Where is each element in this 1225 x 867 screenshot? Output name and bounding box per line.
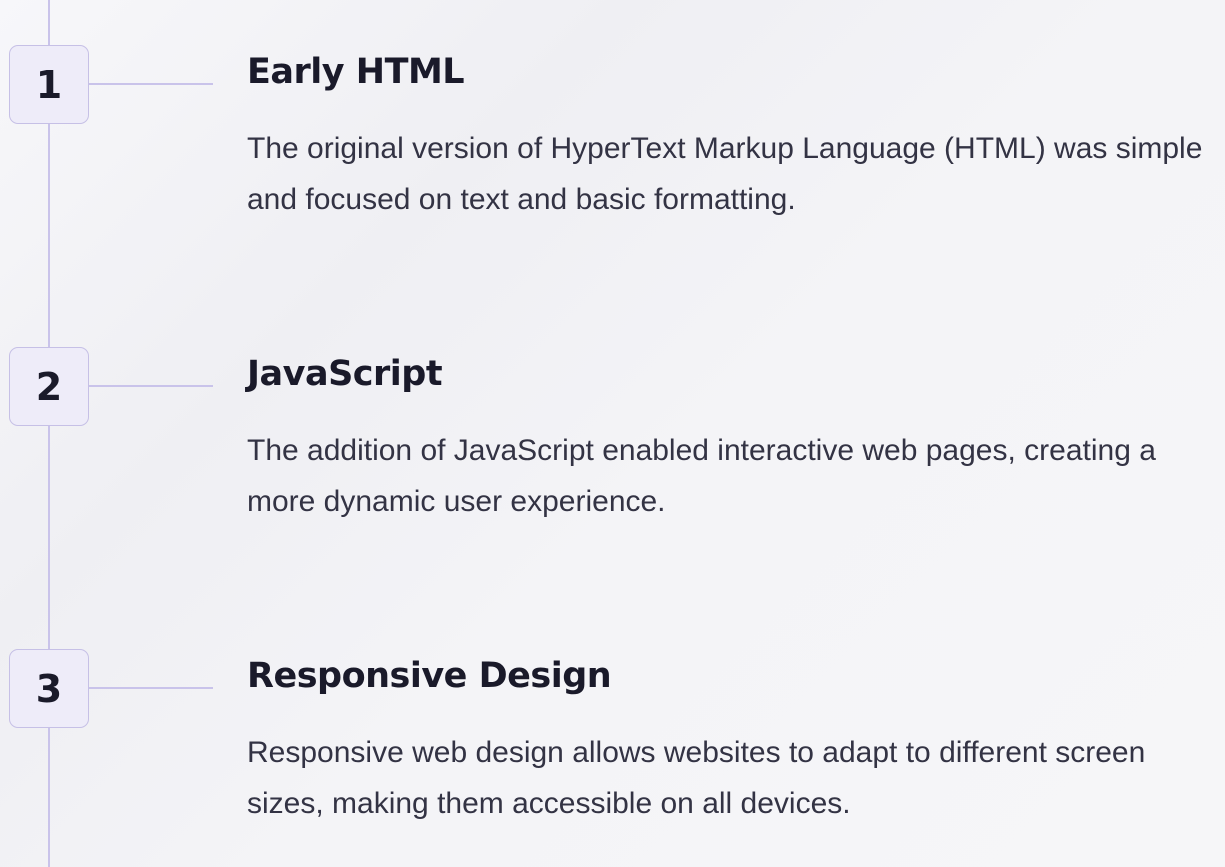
step-connector: [89, 687, 213, 689]
step-description: Responsive web design allows websites to…: [247, 736, 1146, 820]
step-connector: [89, 385, 213, 387]
step-number-badge: 2: [9, 347, 89, 426]
timeline-step-early-html: 1 Early HTML The original version of Hyp…: [0, 0, 1225, 240]
step-title: JavaScript: [247, 354, 443, 394]
timeline-step-responsive-design: 3 Responsive Design Responsive web desig…: [0, 604, 1225, 844]
timeline-step-javascript: 2 JavaScript The addition of JavaScript …: [0, 302, 1225, 542]
step-number-badge: 1: [9, 45, 89, 124]
step-connector: [89, 83, 213, 85]
step-title: Responsive Design: [247, 656, 612, 696]
step-title: Early HTML: [247, 52, 465, 92]
step-number-badge: 3: [9, 649, 89, 728]
step-description: The addition of JavaScript enabled inter…: [247, 434, 1156, 518]
step-description: The original version of HyperText Markup…: [247, 132, 1203, 216]
